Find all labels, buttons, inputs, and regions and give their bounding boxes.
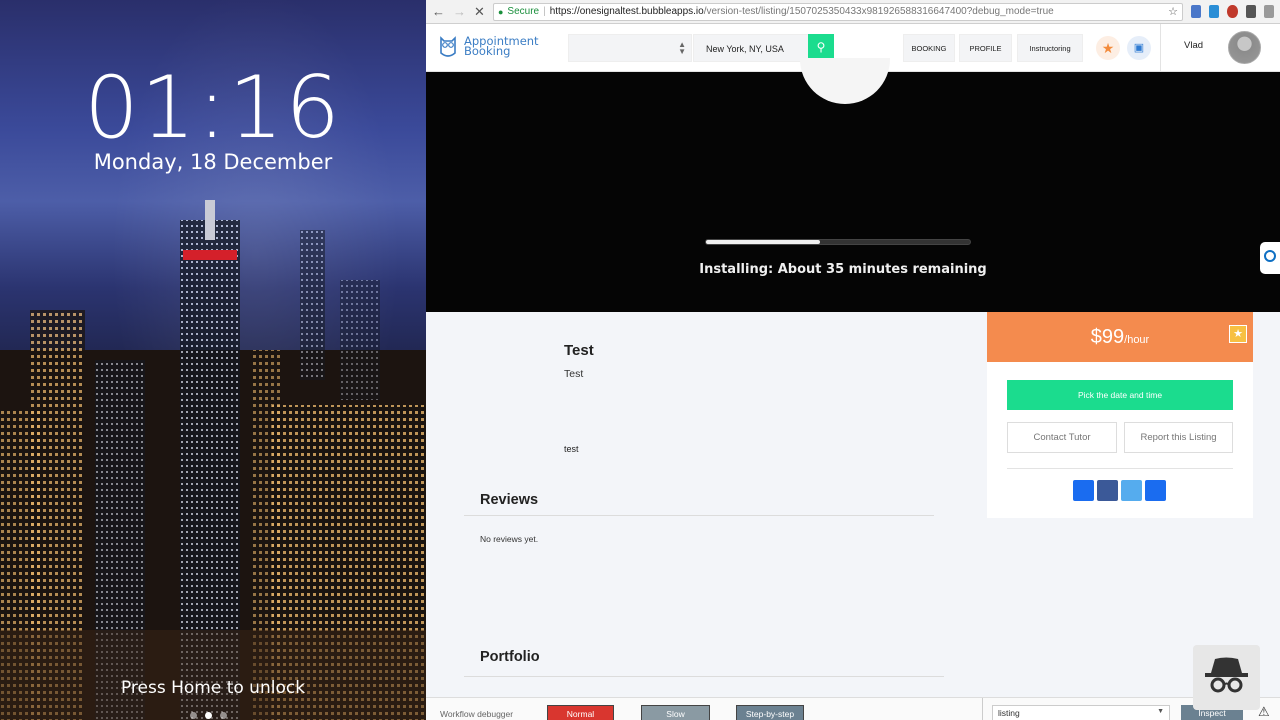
- favorite-star-icon[interactable]: ★: [1229, 325, 1247, 343]
- instructoring-button[interactable]: Instructoring: [1017, 34, 1083, 62]
- teamviewer-icon[interactable]: [1260, 242, 1280, 274]
- price-amount: $99: [1090, 326, 1125, 348]
- element-select-value: listing: [998, 708, 1020, 718]
- select-arrows-icon: ▲ ▼: [678, 40, 686, 56]
- page-indicator: [190, 712, 227, 719]
- user-name[interactable]: Vlad: [1184, 40, 1203, 51]
- facebook-share-icon[interactable]: [1097, 480, 1118, 501]
- secure-label: Secure: [507, 6, 540, 17]
- step-by-step-button[interactable]: Step-by-step: [736, 705, 804, 720]
- install-progress-bar: [705, 239, 971, 245]
- booking-button[interactable]: BOOKING: [903, 34, 955, 62]
- share-buttons: [1073, 480, 1166, 501]
- ios-lock-screen: 01:16 Monday, 18 December Press Home to …: [0, 0, 426, 720]
- price-unit: /hour: [1124, 334, 1150, 346]
- install-status-text: Installing: About 35 minutes remaining: [699, 262, 987, 277]
- pick-date-button[interactable]: Pick the date and time: [1007, 380, 1233, 410]
- url-path: /version-test/listing/1507025350433x9819…: [703, 6, 1054, 17]
- divider: [1007, 468, 1233, 469]
- chevron-down-icon: ▼: [1157, 708, 1164, 715]
- slow-speed-button[interactable]: Slow: [641, 705, 710, 720]
- page-dot-active: [205, 712, 212, 719]
- element-select[interactable]: listing ▼: [992, 705, 1170, 720]
- divider: [464, 676, 944, 677]
- back-icon[interactable]: ←: [432, 4, 445, 19]
- extension-icon[interactable]: [1245, 5, 1256, 18]
- unlock-hint[interactable]: Press Home to unlock: [0, 678, 426, 698]
- url-host: https://onesignaltest.bubbleapps.io: [549, 6, 704, 17]
- location-input[interactable]: New York, NY, USA: [693, 34, 809, 62]
- favorites-star-icon[interactable]: ★: [1096, 36, 1120, 60]
- address-bar[interactable]: ● Secure | https://onesignaltest.bubblea…: [492, 2, 1183, 21]
- reviews-heading: Reviews: [480, 492, 539, 508]
- normal-speed-button[interactable]: Normal: [547, 705, 614, 720]
- url-separator: |: [543, 6, 546, 17]
- stop-icon[interactable]: ✕: [474, 4, 485, 19]
- search-icon: ⚲: [816, 40, 826, 54]
- forward-icon[interactable]: →: [453, 4, 466, 19]
- bookmark-star-icon[interactable]: ☆: [1168, 5, 1178, 18]
- report-listing-button[interactable]: Report this Listing: [1124, 422, 1233, 453]
- owl-logo-icon: [440, 36, 456, 57]
- listing-description: test: [564, 444, 579, 454]
- page-dot: [220, 712, 227, 719]
- listing-title: Test: [564, 342, 594, 359]
- lock-icon: ●: [497, 6, 504, 17]
- share-button-icon[interactable]: [1145, 480, 1166, 501]
- twitter-share-icon[interactable]: [1121, 480, 1142, 501]
- installer-video: Installing: About 35 minutes remaining: [426, 58, 1280, 312]
- lock-date: Monday, 18 December: [93, 150, 333, 174]
- avatar[interactable]: [1228, 31, 1261, 64]
- logo[interactable]: Appointment Booking: [438, 33, 539, 59]
- profile-button[interactable]: PROFILE: [959, 34, 1012, 62]
- divider: [982, 698, 983, 720]
- page-dot: [190, 712, 197, 719]
- workflow-debugger: Workflow debugger Normal Slow Step-by-st…: [426, 697, 1280, 720]
- category-select[interactable]: ▲ ▼: [568, 34, 692, 62]
- share-button-icon[interactable]: [1073, 480, 1094, 501]
- lock-clock: 01:16: [84, 58, 342, 158]
- city-skyline-wallpaper: [0, 200, 426, 720]
- extension-icon[interactable]: [1227, 5, 1238, 18]
- listing-subtitle: Test: [564, 368, 584, 380]
- debugger-label: Workflow debugger: [440, 709, 514, 719]
- logo-text: Appointment Booking: [464, 35, 539, 57]
- price-header: $99/hour ★: [987, 312, 1253, 362]
- portfolio-heading: Portfolio: [480, 649, 540, 665]
- extension-icon[interactable]: [1263, 5, 1274, 18]
- no-reviews-text: No reviews yet.: [480, 534, 539, 544]
- search-button[interactable]: ⚲: [808, 34, 834, 61]
- extension-icon[interactable]: [1209, 5, 1220, 18]
- browser-window: ← → ✕ ● Secure | https://onesignaltest.b…: [426, 0, 1280, 720]
- messages-icon[interactable]: ▣: [1127, 36, 1151, 60]
- apple-logo-icon: [800, 58, 890, 104]
- contact-tutor-button[interactable]: Contact Tutor: [1007, 422, 1117, 453]
- extension-icon[interactable]: [1190, 5, 1202, 18]
- header-divider: [1160, 24, 1161, 72]
- browser-toolbar: ← → ✕ ● Secure | https://onesignaltest.b…: [426, 0, 1280, 24]
- divider: [464, 515, 934, 516]
- price-card: $99/hour ★ Pick the date and time Contac…: [987, 312, 1253, 518]
- incognito-icon: [1193, 645, 1260, 710]
- install-progress-fill: [706, 240, 820, 244]
